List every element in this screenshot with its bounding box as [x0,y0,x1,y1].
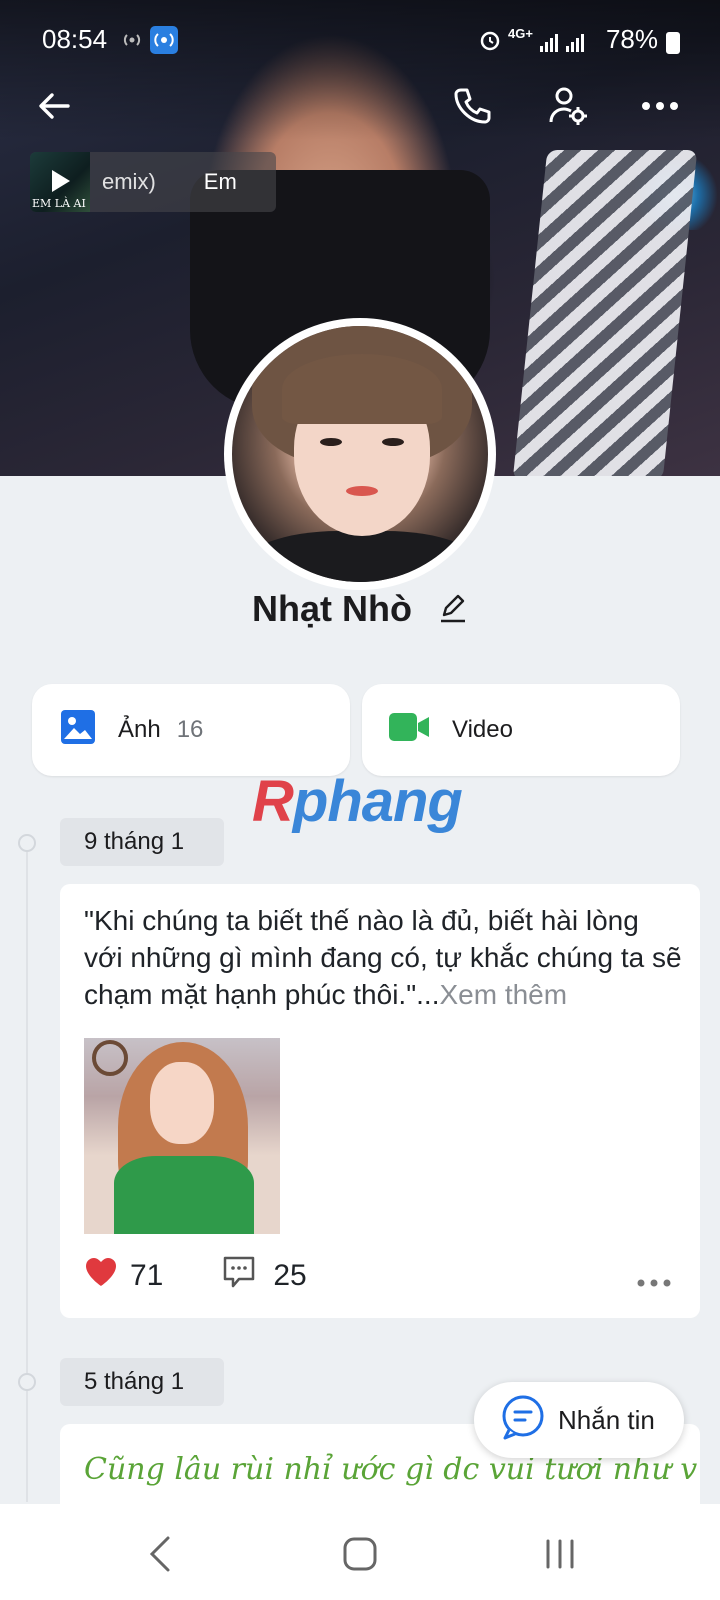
avatar-lips [346,486,378,496]
post-body: "Khi chúng ta biết thế nào là đủ, biết h… [84,905,682,1010]
status-bar: 08:54 4G+ 78% [0,18,720,62]
more-options-button[interactable] [636,82,684,130]
call-button[interactable] [448,82,496,130]
avatar-bangs [282,354,442,424]
status-time: 08:54 [42,24,108,54]
avatar-photo [232,326,488,582]
profile-music-chip[interactable]: EM LÀ AI emix) Em [30,152,276,212]
watermark-rest: phang [292,769,463,834]
network-type-label: 4G+ [508,26,533,41]
heart-icon[interactable] [84,1256,118,1296]
recents-icon [546,1539,574,1569]
play-icon [52,170,70,192]
wifi-calling-icon [150,26,178,60]
photos-button[interactable]: Ảnh 16 [32,684,350,776]
avatar-eye-left [320,438,342,446]
battery-percent: 78% [605,24,658,54]
watermark-first-letter: R [252,769,294,834]
video-camera-icon [388,711,430,750]
photos-count: 16 [176,716,204,743]
signal-icon-2 [566,32,584,52]
post-photo[interactable] [84,1038,280,1234]
send-message-button[interactable]: Nhắn tin [474,1382,684,1458]
chevron-left-icon [149,1536,170,1572]
arrow-left-icon [39,93,70,119]
like-count: 71 [130,1259,164,1292]
hotspot-icon [120,28,144,58]
comment-icon[interactable] [221,1254,257,1298]
chat-bubble-icon [500,1394,546,1447]
battery-icon [666,32,680,54]
alarm-icon [478,28,502,58]
nav-back-button[interactable] [136,1530,184,1578]
more-horizontal-icon [642,102,678,110]
date-chip: 5 tháng 1 [60,1358,224,1406]
home-square-icon [343,1537,377,1571]
see-more-link[interactable]: Xem thêm [439,979,567,1010]
profile-name-row: Nhạt Nhò [0,588,720,632]
post-actions: 71 25 [84,1254,684,1298]
timeline-line [26,842,28,1502]
post-text[interactable]: "Khi chúng ta biết thế nào là đủ, biết h… [84,902,684,1013]
avatar-body [242,531,482,582]
timeline-dot [18,1373,36,1391]
post-more-icon[interactable] [636,1262,672,1296]
watermark-logo: Rphang [252,768,463,835]
post-photo-green-top [114,1156,254,1234]
music-thumbnail: EM LÀ AI [30,152,90,212]
phone-icon [454,88,491,124]
music-artist: Em [203,169,237,194]
user-settings-icon [549,87,587,125]
avatar-eye-right [382,438,404,446]
profile-settings-button[interactable] [544,82,592,130]
comment-count: 25 [273,1259,307,1292]
post-photo-face [150,1062,214,1144]
nav-recents-button[interactable] [536,1530,584,1578]
image-icon [60,709,96,752]
photos-label: Ảnh [118,716,161,743]
profile-name: Nhạt Nhò [252,588,412,629]
system-navigation-bar [0,1504,720,1600]
timeline-dot [18,834,36,852]
nav-home-button[interactable] [336,1530,384,1578]
pencil-icon[interactable] [438,590,468,632]
post-photo-decoration [92,1040,128,1076]
signal-icon-1 [540,32,558,52]
back-button[interactable] [30,82,78,130]
date-chip: 9 tháng 1 [60,818,224,866]
cover-striped-bag [512,150,698,476]
video-button[interactable]: Video [362,684,680,776]
post-card[interactable]: "Khi chúng ta biết thế nào là đủ, biết h… [60,884,700,1318]
music-title: emix) [102,169,156,194]
profile-avatar[interactable] [224,318,496,590]
video-label: Video [452,716,513,743]
send-message-label: Nhắn tin [558,1404,655,1435]
music-thumbnail-caption: EM LÀ AI [32,197,86,210]
